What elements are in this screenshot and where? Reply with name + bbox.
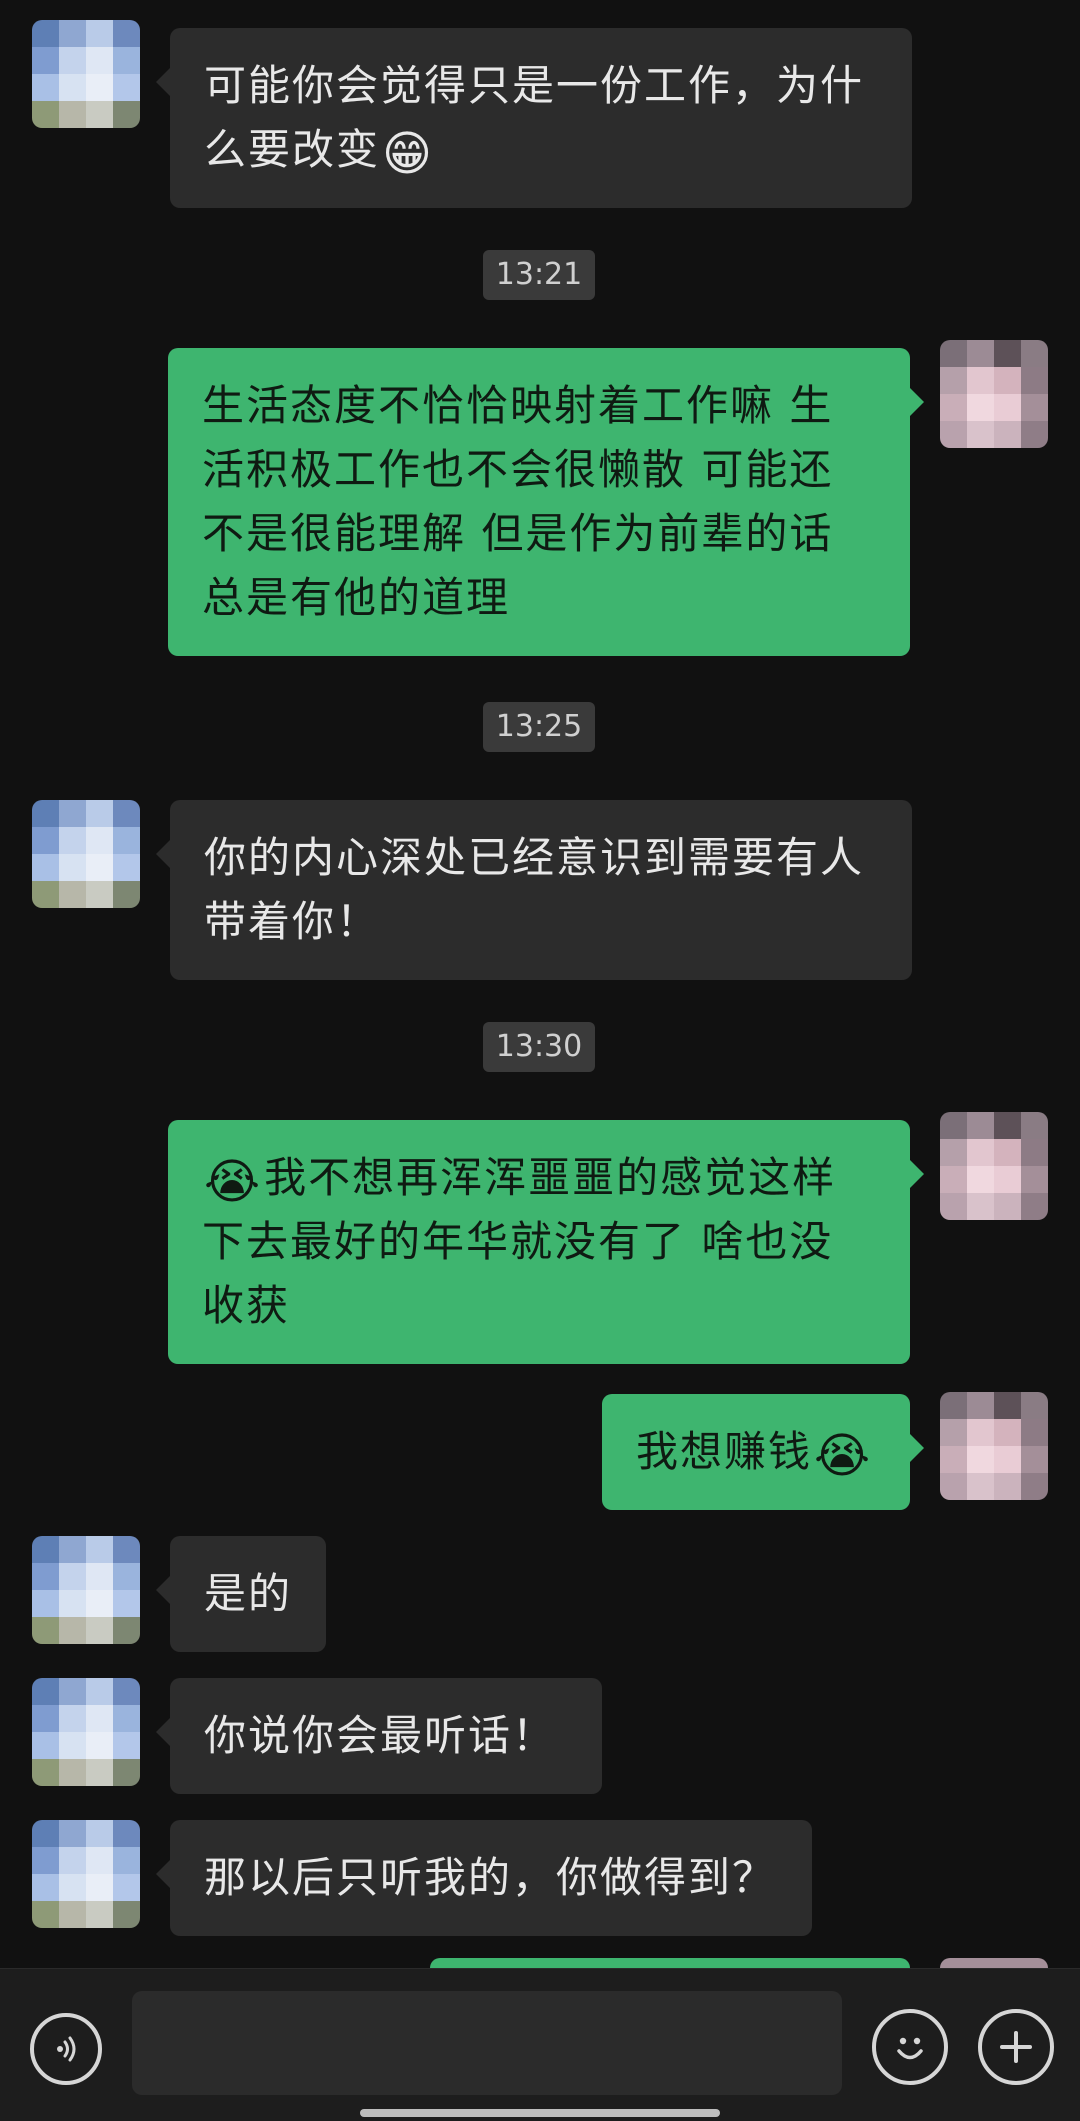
- avatar-self[interactable]: [940, 340, 1048, 448]
- plus-sign-icon: [1000, 2031, 1032, 2063]
- message-text: 你说你会最听话！: [204, 1711, 557, 1760]
- message-bubble-right[interactable]: 我想赚钱😭: [602, 1394, 924, 1510]
- avatar-self[interactable]: [940, 1392, 1048, 1500]
- message-bubble-right-partial[interactable]: [430, 1958, 910, 1968]
- avatar-contact[interactable]: [32, 800, 140, 908]
- message-bubble-left[interactable]: 那以后只听我的，你做得到？: [156, 1820, 812, 1936]
- timestamp: 13:21: [483, 250, 595, 300]
- crying-emoji-icon: 😭: [204, 1154, 263, 1210]
- avatar-contact[interactable]: [32, 1536, 140, 1644]
- avatar-self[interactable]: [940, 1112, 1048, 1220]
- home-indicator[interactable]: [360, 2109, 720, 2117]
- message-bubble-left[interactable]: 你说你会最听话！: [156, 1678, 602, 1794]
- plus-icon[interactable]: [978, 2009, 1054, 2085]
- message-text: 生活态度不恰恰映射着工作嘛 生活积极工作也不会很懒散 可能还不是很能理解 但是作…: [202, 381, 834, 622]
- smiley-icon: [897, 2037, 923, 2060]
- timestamp: 13:30: [483, 1022, 595, 1072]
- voice-icon[interactable]: [30, 2013, 102, 2085]
- avatar-self-partial[interactable]: [940, 1958, 1048, 1968]
- message-bubble-right[interactable]: 生活态度不恰恰映射着工作嘛 生活积极工作也不会很懒散 可能还不是很能理解 但是作…: [168, 348, 924, 656]
- emoji-face-icon[interactable]: [872, 2009, 948, 2085]
- avatar-contact[interactable]: [32, 1820, 140, 1928]
- message-bubble-left[interactable]: 是的: [156, 1536, 326, 1652]
- message-text: 我不想再浑浑噩噩的感觉这样下去最好的年华就没有了 啥也没收获: [202, 1153, 837, 1330]
- input-bar: [0, 1968, 1080, 2121]
- chat-area: 可能你会觉得只是一份工作，为什么要改变😁 13:21 生活态度不恰恰映射着工作嘛…: [0, 0, 1080, 1968]
- avatar-contact[interactable]: [32, 20, 140, 128]
- message-text: 可能你会觉得只是一份工作，为什么要改变: [204, 61, 865, 174]
- message-text: 那以后只听我的，你做得到？: [204, 1853, 777, 1902]
- voice-waves-icon: [57, 2036, 76, 2062]
- message-bubble-left[interactable]: 你的内心深处已经意识到需要有人带着你！: [156, 800, 912, 980]
- message-text: 你的内心深处已经意识到需要有人带着你！: [204, 833, 865, 946]
- avatar-contact[interactable]: [32, 1678, 140, 1786]
- crying-emoji-icon: 😭: [814, 1428, 873, 1484]
- message-bubble-left[interactable]: 可能你会觉得只是一份工作，为什么要改变😁: [156, 28, 912, 208]
- message-bubble-right[interactable]: 😭我不想再浑浑噩噩的感觉这样下去最好的年华就没有了 啥也没收获: [168, 1120, 924, 1364]
- message-text: 是的: [204, 1569, 293, 1618]
- timestamp: 13:25: [483, 702, 595, 752]
- message-text: 我想赚钱: [636, 1427, 813, 1476]
- grin-emoji-icon: 😁: [382, 126, 435, 182]
- message-input[interactable]: [132, 1991, 842, 2095]
